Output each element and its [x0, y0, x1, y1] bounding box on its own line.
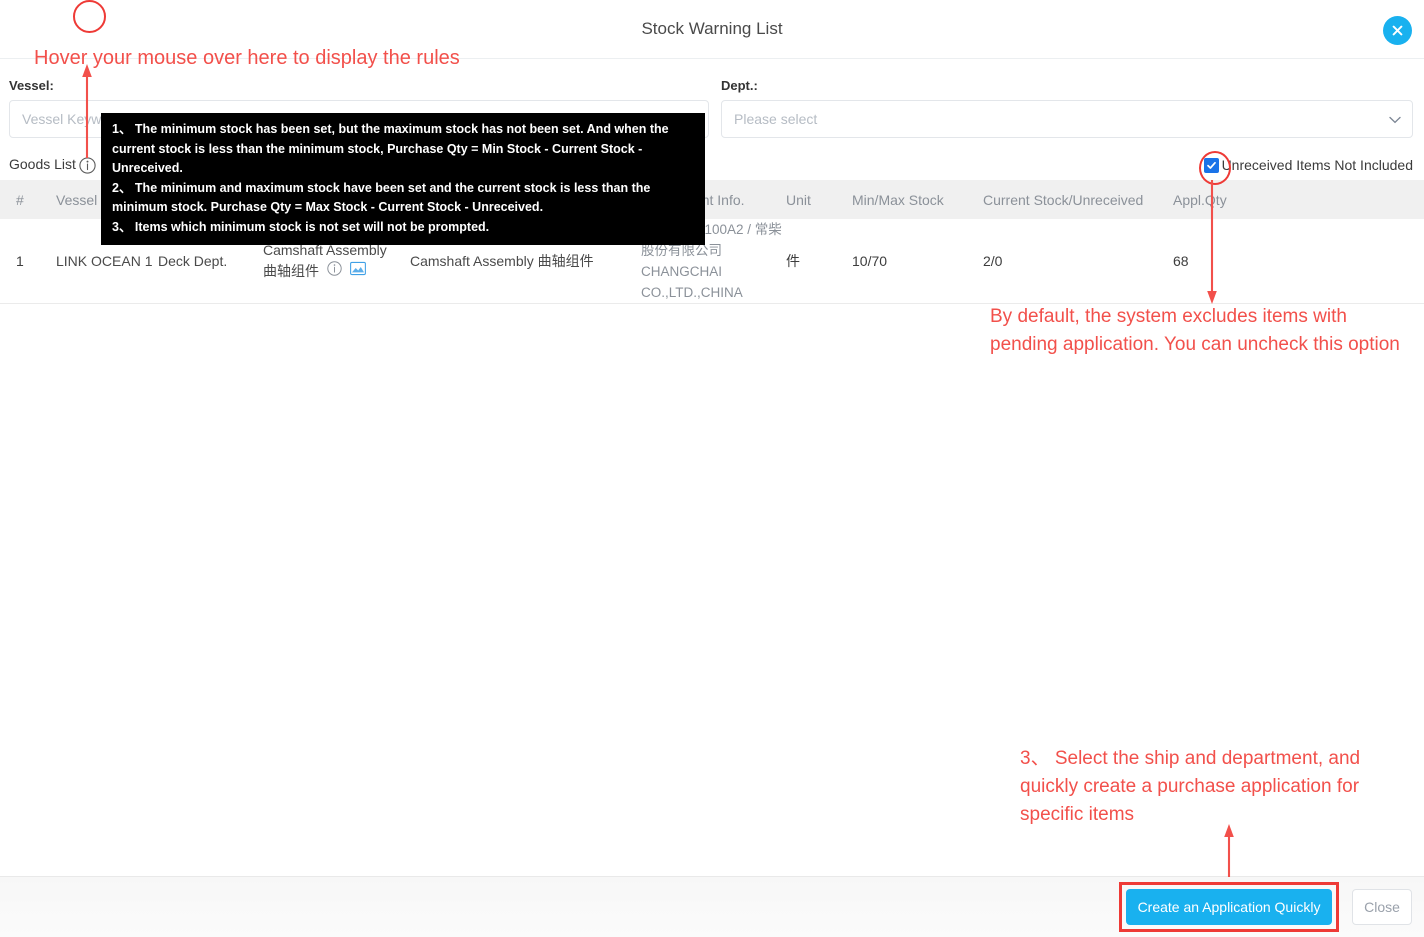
annotation-default-exclude: By default, the system excludes items wi… [990, 306, 1400, 355]
annotation-hover-rules: Hover your mouse over here to display th… [34, 47, 460, 69]
annotation-create-application: 3、 Select the ship and department, and q… [1020, 748, 1361, 825]
